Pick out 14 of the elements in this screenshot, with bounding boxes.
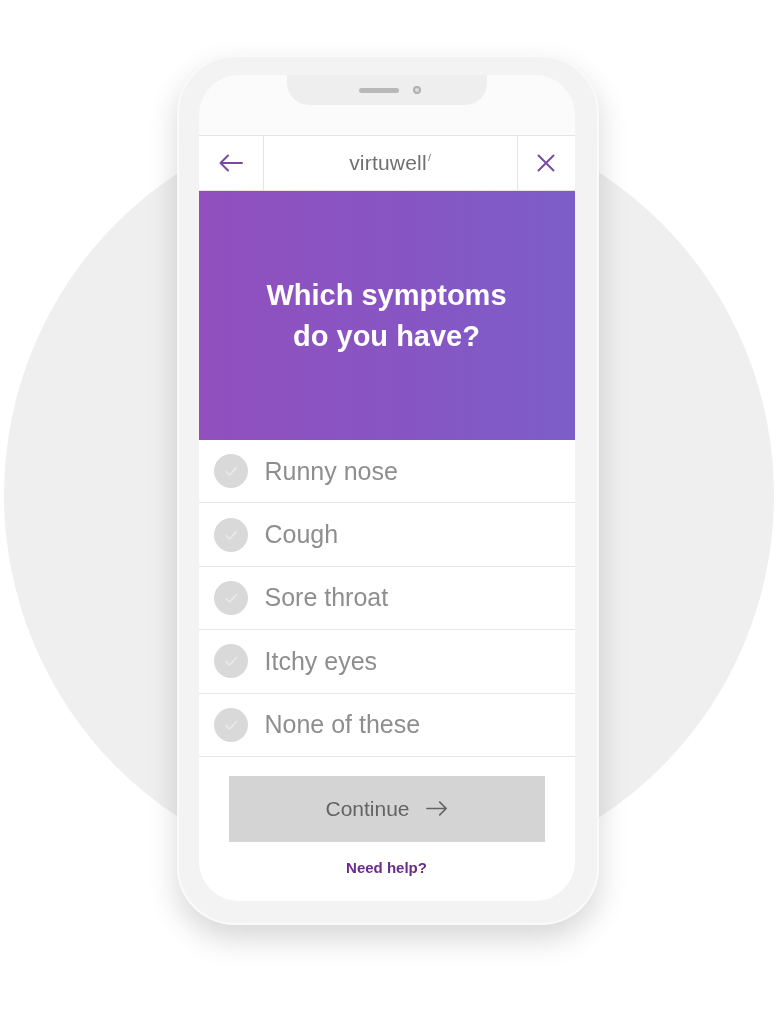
logo-accent-icon xyxy=(427,154,431,161)
symptom-option[interactable]: Itchy eyes xyxy=(198,630,575,694)
close-icon xyxy=(537,154,555,172)
brand-logo: virtuwell xyxy=(349,151,427,175)
arrow-right-icon xyxy=(425,801,448,817)
symptom-option[interactable]: None of these xyxy=(198,693,575,757)
back-arrow-icon xyxy=(218,154,243,172)
question-heading: Which symptoms do you have? xyxy=(265,277,508,354)
symptom-option[interactable]: Sore throat xyxy=(198,566,575,631)
symptom-option[interactable]: Runny nose xyxy=(198,440,575,504)
camera-icon xyxy=(412,86,421,94)
speaker-icon xyxy=(358,87,399,93)
help-link[interactable]: Need help? xyxy=(346,858,427,876)
symptom-option[interactable]: Cough xyxy=(198,503,575,567)
